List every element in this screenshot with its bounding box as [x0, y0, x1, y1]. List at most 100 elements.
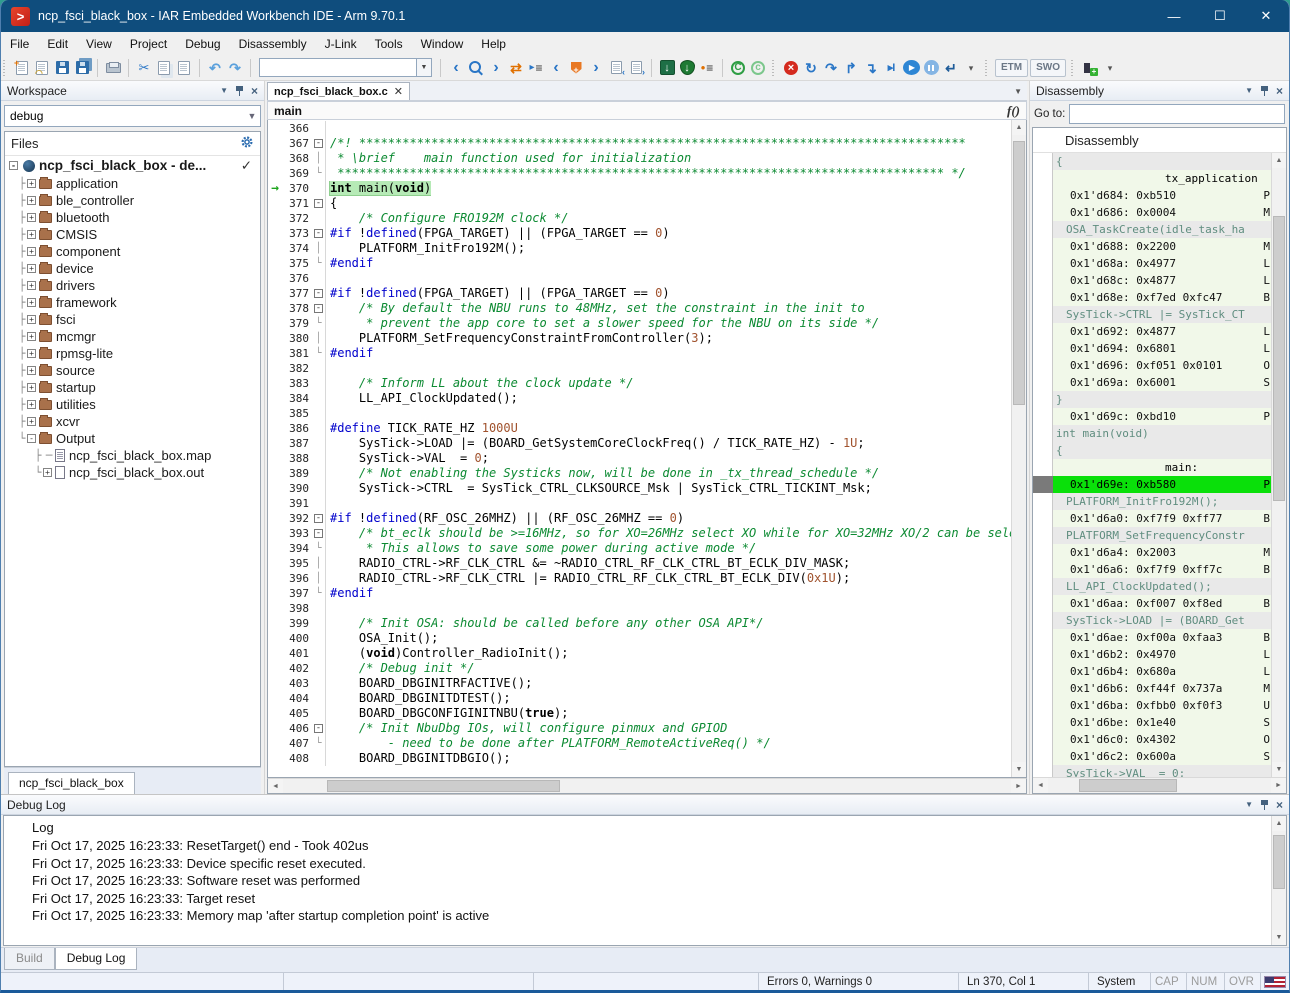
debug-menu-arrow-icon[interactable]: [962, 59, 980, 77]
scroll-right-icon[interactable]: ►: [1011, 779, 1026, 793]
tree-item-project[interactable]: -ncp_fsci_black_box - de...✓: [5, 156, 260, 175]
configuration-select[interactable]: debug ▼: [4, 105, 261, 127]
debug-log-pin-icon[interactable]: [1260, 799, 1269, 810]
step-over-icon[interactable]: [822, 59, 840, 77]
disasm-source-row[interactable]: PLATFORM_SetFrequencyConstr: [1053, 527, 1271, 544]
prev-bookmark-icon[interactable]: [547, 59, 565, 77]
code-line[interactable]: 389 /* Not enabling the Systicks now, wi…: [268, 466, 1011, 481]
disasm-label-row[interactable]: main:: [1053, 459, 1271, 476]
go-icon[interactable]: [902, 59, 920, 77]
disasm-label-row[interactable]: tx_application: [1053, 170, 1271, 187]
disasm-source-row[interactable]: SysTick->LOAD |= (BOARD_Get: [1053, 612, 1271, 629]
goto-list-icon[interactable]: [527, 59, 545, 77]
scroll-up-icon[interactable]: ▲: [1272, 816, 1286, 831]
bookmark-icon[interactable]: [567, 59, 585, 77]
trace-menu-arrow-icon[interactable]: [1101, 59, 1119, 77]
search-icon[interactable]: [467, 59, 485, 77]
disassembly-close-icon[interactable]: ×: [1276, 84, 1283, 98]
tree-item-device[interactable]: ├+device: [5, 260, 260, 277]
code-line[interactable]: 393- /* bt_eclk should be >=16MHz, so fo…: [268, 526, 1011, 541]
maximize-button[interactable]: ☐: [1197, 0, 1243, 32]
code-line[interactable]: 376: [268, 271, 1011, 286]
code-line[interactable]: 372 /* Configure FRO192M clock */: [268, 211, 1011, 226]
code-line[interactable]: 405 BOARD_DBGCONFIGINITNBU(true);: [268, 706, 1011, 721]
run-to-cursor-icon[interactable]: [882, 59, 900, 77]
disasm-instruction-row[interactable]: 0x1'd6ae: 0xf00a 0xfaa3B: [1053, 629, 1271, 646]
scroll-left-icon[interactable]: ◄: [1033, 778, 1048, 793]
debug-log-close-icon[interactable]: ×: [1276, 798, 1283, 812]
disassembly-vertical-scrollbar[interactable]: ▲ ▼: [1271, 153, 1286, 777]
disasm-source-row[interactable]: int main(void): [1053, 425, 1271, 442]
code-line[interactable]: 400 OSA_Init();: [268, 631, 1011, 646]
scroll-down-icon[interactable]: ▼: [1012, 762, 1026, 777]
code-line[interactable]: 377-#if !defined(FPGA_TARGET) || (FPGA_T…: [268, 286, 1011, 301]
tree-item-startup[interactable]: ├+startup: [5, 379, 260, 396]
code-line[interactable]: 386#define TICK_RATE_HZ 1000U: [268, 421, 1011, 436]
current-function-label[interactable]: main: [274, 104, 302, 118]
tree-item-output-file[interactable]: ├─ncp_fsci_black_box.map: [5, 447, 260, 464]
fold-collapse-icon[interactable]: -: [314, 229, 323, 238]
menu-help[interactable]: Help: [472, 32, 515, 55]
tree-item-bluetooth[interactable]: ├+bluetooth: [5, 209, 260, 226]
menu-view[interactable]: View: [77, 32, 121, 55]
nav-back-icon[interactable]: [447, 59, 465, 77]
disasm-instruction-row[interactable]: 0x1'd69a: 0x6001S: [1053, 374, 1271, 391]
code-line[interactable]: 379└ * prevent the app core to set a slo…: [268, 316, 1011, 331]
workspace-pin-icon[interactable]: [235, 85, 244, 96]
step-out-icon[interactable]: [842, 59, 860, 77]
disasm-instruction-row[interactable]: 0x1'd6b4: 0x680aL: [1053, 663, 1271, 680]
code-line[interactable]: 408 BOARD_DBGINITDBGIO();: [268, 751, 1011, 766]
code-line[interactable]: 396│ RADIO_CTRL->RF_CLK_CTRL |= RADIO_CT…: [268, 571, 1011, 586]
code-line[interactable]: 367-/*! ********************************…: [268, 136, 1011, 151]
fold-collapse-icon[interactable]: -: [314, 139, 323, 148]
tree-item-utilities[interactable]: ├+utilities: [5, 396, 260, 413]
tree-item-framework[interactable]: ├+framework: [5, 294, 260, 311]
close-button[interactable]: ✕: [1243, 0, 1289, 32]
disasm-instruction-row[interactable]: 0x1'd68a: 0x4977L: [1053, 255, 1271, 272]
editor-vertical-scrollbar[interactable]: ▲ ▼: [1011, 120, 1026, 777]
code-line[interactable]: 371-{: [268, 196, 1011, 211]
disasm-source-row[interactable]: SysTick->VAL = 0;: [1053, 765, 1271, 777]
paste-icon[interactable]: [175, 59, 193, 77]
menu-j-link[interactable]: J-Link: [316, 32, 366, 55]
tree-item-component[interactable]: ├+component: [5, 243, 260, 260]
code-area[interactable]: 366367-/*! *****************************…: [268, 120, 1011, 777]
tree-item-ble_controller[interactable]: ├+ble_controller: [5, 192, 260, 209]
disasm-source-row[interactable]: {: [1053, 153, 1271, 170]
disasm-instruction-row[interactable]: 0x1'd696: 0xf051 0x0101O: [1053, 357, 1271, 374]
disasm-instruction-row[interactable]: 0x1'd6aa: 0xf007 0xf8edB: [1053, 595, 1271, 612]
disasm-instruction-row[interactable]: 0x1'd6be: 0x1e40S: [1053, 714, 1271, 731]
code-line[interactable]: 385: [268, 406, 1011, 421]
scroll-down-icon[interactable]: ▼: [1272, 762, 1286, 777]
code-line[interactable]: 406- /* Init NbuDbg IOs, will configure …: [268, 721, 1011, 736]
fold-collapse-icon[interactable]: -: [314, 724, 323, 733]
save-all-icon[interactable]: [73, 59, 91, 77]
disasm-instruction-row[interactable]: 0x1'd684: 0xb510P: [1053, 187, 1271, 204]
disasm-source-row[interactable]: }: [1053, 391, 1271, 408]
code-line[interactable]: 390 SysTick->CTRL = SysTick_CTRL_CLKSOUR…: [268, 481, 1011, 496]
disasm-instruction-row[interactable]: 0x1'd6c2: 0x600aS: [1053, 748, 1271, 765]
etm-button[interactable]: ETM: [995, 59, 1028, 77]
fold-collapse-icon[interactable]: -: [314, 199, 323, 208]
disasm-source-row[interactable]: {: [1053, 442, 1271, 459]
swo-button[interactable]: SWO: [1030, 59, 1066, 77]
stop-build-icon[interactable]: [782, 59, 800, 77]
workspace-project-tab[interactable]: ncp_fsci_black_box: [8, 772, 135, 794]
code-line[interactable]: 404 BOARD_DBGINITDTEST();: [268, 691, 1011, 706]
print-icon[interactable]: [104, 59, 122, 77]
fold-collapse-icon[interactable]: -: [314, 529, 323, 538]
tree-item-rpmsg-lite[interactable]: ├+rpmsg-lite: [5, 345, 260, 362]
goto-input[interactable]: [1069, 104, 1285, 124]
code-line[interactable]: 366: [268, 121, 1011, 136]
scroll-up-icon[interactable]: ▲: [1012, 120, 1026, 135]
gear-icon[interactable]: [240, 135, 254, 152]
disasm-source-row[interactable]: SysTick->CTRL |= SysTick_CT: [1053, 306, 1271, 323]
tree-item-cmsis[interactable]: ├+CMSIS: [5, 226, 260, 243]
code-line[interactable]: 368│ * \brief main function used for ini…: [268, 151, 1011, 166]
chevron-down-icon[interactable]: ▼: [417, 58, 432, 77]
disasm-instruction-row[interactable]: 0x1'd692: 0x4877L: [1053, 323, 1271, 340]
tab-list-arrow-icon[interactable]: ▼: [1009, 87, 1027, 100]
scroll-right-icon[interactable]: ►: [1271, 778, 1286, 793]
step-into-icon[interactable]: [862, 59, 880, 77]
editor-horizontal-scrollbar[interactable]: ◄ ►: [267, 778, 1027, 794]
